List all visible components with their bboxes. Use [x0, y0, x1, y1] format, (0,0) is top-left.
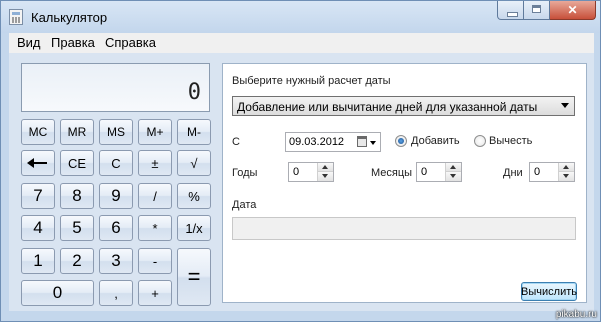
- calculator-app-icon[interactable]: [9, 9, 23, 25]
- digit-3-button[interactable]: 3: [99, 248, 133, 274]
- months-value: 0: [421, 166, 428, 178]
- display-value: 0: [187, 80, 201, 105]
- chevron-down-icon: [561, 103, 569, 108]
- days-down-arrow-icon[interactable]: [559, 172, 574, 181]
- calculator-display: 0: [21, 63, 210, 112]
- months-label: Месяцы: [371, 167, 413, 179]
- result-date-field: [232, 217, 576, 240]
- plusminus-button[interactable]: ±: [138, 150, 172, 176]
- sqrt-button[interactable]: √: [177, 150, 211, 176]
- menu-bar: Вид Правка Справка: [9, 33, 594, 53]
- from-date-picker[interactable]: 09.03.2012: [285, 132, 381, 152]
- digit-7-button[interactable]: 7: [21, 183, 55, 209]
- years-up-arrow-icon[interactable]: [318, 163, 333, 172]
- mminus-button[interactable]: M-: [177, 119, 211, 145]
- menu-help[interactable]: Справка: [105, 35, 156, 50]
- mc-button[interactable]: MC: [21, 119, 55, 145]
- years-spinner[interactable]: 0: [288, 162, 334, 182]
- close-icon: ✕: [567, 3, 578, 17]
- c-button[interactable]: C: [99, 150, 133, 176]
- comma-button[interactable]: ,: [99, 280, 133, 306]
- backspace-arrow-icon: [27, 158, 47, 168]
- date-dropdown-arrow-icon[interactable]: [370, 141, 376, 145]
- equals-button[interactable]: =: [177, 248, 211, 306]
- minimize-button[interactable]: [497, 1, 524, 20]
- maximize-icon: [532, 5, 541, 13]
- digit-0-button[interactable]: 0: [21, 280, 94, 306]
- ce-button[interactable]: CE: [60, 150, 94, 176]
- divide-button[interactable]: /: [138, 183, 172, 209]
- calculator-window: Калькулятор ✕ Вид Правка Справка 0 MC MR…: [0, 0, 601, 322]
- client-area: 0 MC MR MS M+ M- CE C ± √ 7 8 9 / % 4 5 …: [9, 53, 594, 311]
- digit-1-button[interactable]: 1: [21, 248, 55, 274]
- ms-button[interactable]: MS: [99, 119, 133, 145]
- menu-edit[interactable]: Правка: [51, 35, 95, 50]
- months-down-arrow-icon[interactable]: [446, 172, 461, 181]
- watermark-text: pikabu.ru: [555, 309, 597, 320]
- mr-button[interactable]: MR: [60, 119, 94, 145]
- from-date-label: С: [232, 136, 240, 148]
- from-date-value: 09.03.2012: [289, 136, 345, 148]
- add-radio-label[interactable]: Добавить: [411, 135, 460, 147]
- plus-button[interactable]: +: [138, 280, 172, 306]
- months-up-arrow-icon[interactable]: [446, 163, 461, 172]
- percent-button[interactable]: %: [177, 183, 211, 209]
- digit-5-button[interactable]: 5: [60, 215, 94, 241]
- date-calculation-panel: Выберите нужный расчет даты Добавление и…: [222, 63, 587, 303]
- days-up-arrow-icon[interactable]: [559, 163, 574, 172]
- add-radio[interactable]: [395, 135, 407, 147]
- mplus-button[interactable]: M+: [138, 119, 172, 145]
- minus-button[interactable]: -: [138, 248, 172, 274]
- caption-buttons: ✕: [497, 1, 596, 21]
- digit-4-button[interactable]: 4: [21, 215, 55, 241]
- calendar-icon[interactable]: [357, 136, 367, 147]
- reciprocal-button[interactable]: 1/x: [177, 215, 211, 241]
- years-value: 0: [293, 166, 300, 178]
- maximize-button[interactable]: [524, 1, 550, 20]
- minimize-icon: [507, 12, 518, 17]
- digit-8-button[interactable]: 8: [60, 183, 94, 209]
- calc-type-selected: Добавление или вычитание дней для указан…: [237, 100, 538, 114]
- days-value: 0: [534, 166, 541, 178]
- backspace-button[interactable]: [21, 150, 55, 176]
- days-spinner[interactable]: 0: [529, 162, 575, 182]
- result-date-label: Дата: [232, 199, 257, 211]
- years-label: Годы: [232, 167, 258, 179]
- digit-6-button[interactable]: 6: [99, 215, 133, 241]
- digit-2-button[interactable]: 2: [60, 248, 94, 274]
- subtract-radio[interactable]: [474, 135, 486, 147]
- subtract-radio-label[interactable]: Вычесть: [489, 135, 532, 147]
- years-down-arrow-icon[interactable]: [318, 172, 333, 181]
- calc-type-dropdown[interactable]: Добавление или вычитание дней для указан…: [232, 96, 575, 116]
- multiply-button[interactable]: *: [138, 215, 172, 241]
- days-label: Дни: [503, 167, 523, 179]
- menu-view[interactable]: Вид: [17, 35, 41, 50]
- digit-9-button[interactable]: 9: [99, 183, 133, 209]
- calculate-button[interactable]: Вычислить: [521, 282, 577, 301]
- title-bar[interactable]: Калькулятор ✕: [1, 1, 600, 33]
- months-spinner[interactable]: 0: [416, 162, 462, 182]
- window-title: Калькулятор: [31, 10, 108, 25]
- close-button[interactable]: ✕: [550, 1, 596, 20]
- calc-type-label: Выберите нужный расчет даты: [232, 75, 391, 87]
